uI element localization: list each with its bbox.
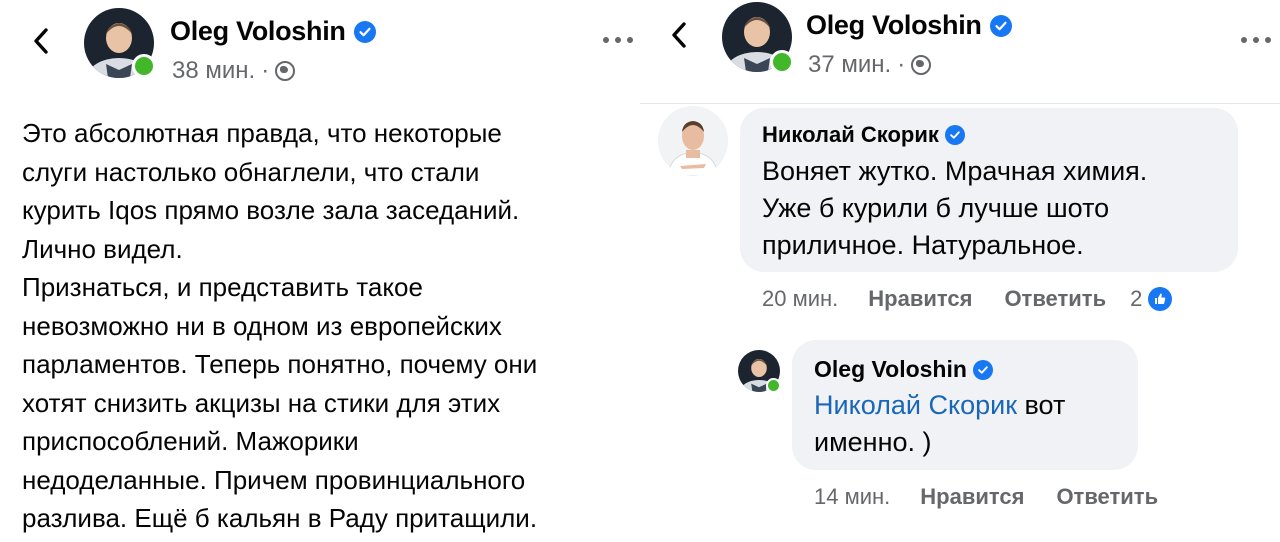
comment-actions: 20 мин. Нравится Ответить 2 xyxy=(762,286,1173,312)
reply-actions: 14 мин. Нравится Ответить xyxy=(814,484,1158,510)
more-options-button[interactable] xyxy=(1238,30,1274,50)
reply-author[interactable]: Oleg Voloshin xyxy=(814,356,993,383)
reaction-count[interactable]: 2 xyxy=(1130,286,1142,312)
reply-time[interactable]: 14 мин. xyxy=(814,484,890,510)
more-horizontal-icon xyxy=(1241,37,1271,43)
verified-badge-icon xyxy=(989,14,1012,37)
more-options-button[interactable] xyxy=(600,30,636,50)
post-meta: 37 мин. · xyxy=(808,51,932,79)
verified-badge-icon xyxy=(972,359,993,380)
meta-separator: · xyxy=(261,57,270,84)
more-horizontal-icon xyxy=(603,37,633,43)
comment-author[interactable]: Николай Скорик xyxy=(762,122,965,148)
post-meta: 38 мин. · xyxy=(172,57,296,85)
like-button[interactable]: Нравится xyxy=(868,286,972,312)
online-status-dot xyxy=(770,50,794,74)
like-thumb-icon xyxy=(1148,287,1173,311)
online-status-dot xyxy=(132,54,156,78)
online-status-dot xyxy=(766,378,781,393)
header-divider xyxy=(640,103,1280,104)
post-text: Это абсолютная правда, что некоторые слу… xyxy=(22,118,538,533)
post-author-name[interactable]: Oleg Voloshin xyxy=(170,16,376,47)
reply-text: Николай Скорик вот именно. ) xyxy=(814,387,1134,461)
meta-separator: · xyxy=(897,51,906,78)
reply-bubble[interactable]: Oleg Voloshin Николай Скорик вот именно.… xyxy=(792,340,1138,470)
comment-bubble[interactable]: Николай Скорик Воняет жутко. Мрачная хим… xyxy=(740,108,1238,272)
back-button[interactable] xyxy=(26,26,56,56)
reply-author-label: Oleg Voloshin xyxy=(814,356,967,382)
post-screenshot-right: Oleg Voloshin 37 мин. · Николай Скорик В… xyxy=(640,0,1280,542)
avatar-photo xyxy=(658,106,728,176)
reply-button[interactable]: Ответить xyxy=(1004,286,1106,312)
post-screenshot-left: Oleg Voloshin 38 мин. · Это абсолютная п… xyxy=(0,0,640,542)
comment-time[interactable]: 20 мин. xyxy=(762,286,838,312)
mention-link[interactable]: Николай Скорик xyxy=(814,390,1017,420)
chevron-left-icon xyxy=(672,22,686,48)
back-button[interactable] xyxy=(664,20,694,50)
post-author-label: Oleg Voloshin xyxy=(170,16,346,46)
chevron-left-icon xyxy=(34,28,48,54)
comment-text: Воняет жутко. Мрачная химия. Уже б курил… xyxy=(762,156,1148,260)
like-button[interactable]: Нравится xyxy=(920,484,1024,510)
verified-badge-icon xyxy=(353,20,376,43)
globe-icon xyxy=(911,55,932,75)
post-author-name[interactable]: Oleg Voloshin xyxy=(806,10,1012,41)
post-time[interactable]: 38 мин. xyxy=(172,57,255,85)
post-time[interactable]: 37 мин. xyxy=(808,51,891,79)
comment-author-label: Николай Скорик xyxy=(762,122,939,147)
post-author-label: Oleg Voloshin xyxy=(806,10,982,40)
reply-button[interactable]: Ответить xyxy=(1056,484,1158,510)
commenter-avatar[interactable] xyxy=(658,106,728,176)
verified-badge-icon xyxy=(944,125,965,145)
globe-icon xyxy=(275,61,296,81)
